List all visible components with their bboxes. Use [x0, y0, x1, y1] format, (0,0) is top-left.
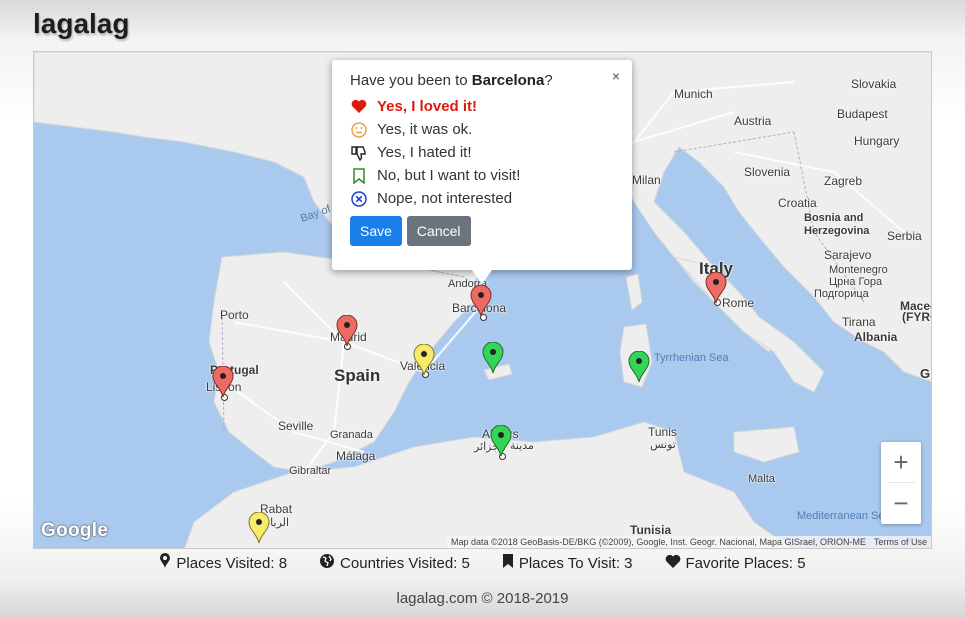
bookmark-solid-icon: [502, 553, 514, 573]
stat-favorite-places-label: Favorite Places: 5: [685, 554, 806, 572]
map-label-sarajevo: Sarajevo: [824, 248, 872, 262]
stat-places-to-visit: Places To Visit: 3: [502, 553, 633, 573]
option-label: No, but I want to visit!: [377, 167, 521, 184]
map-label-bosnia: Bosnia and Herzegovina: [804, 212, 870, 237]
stat-places-to-visit-label: Places To Visit: 3: [518, 554, 633, 572]
map-label-austria: Austria: [734, 114, 772, 128]
map-label-algiers-ar2: مدينة: [510, 440, 534, 452]
globe-icon: [319, 553, 335, 573]
bookmark-icon: [350, 167, 368, 185]
option-label: Yes, it was ok.: [377, 121, 473, 138]
popup-question: Have you been to Barcelona?: [350, 72, 614, 89]
stat-countries-visited-label: Countries Visited: 5: [340, 554, 470, 572]
map-label-porto: Porto: [220, 308, 249, 322]
option-want-to-visit[interactable]: No, but I want to visit!: [350, 164, 614, 187]
neutral-face-icon: [350, 121, 368, 139]
thumbs-down-icon: [350, 144, 368, 162]
map-label-gibraltar: Gibraltar: [289, 465, 332, 477]
map-pin-rabat[interactable]: [248, 512, 270, 544]
map-pin-mallorca[interactable]: [482, 342, 504, 374]
popup-place-name: Barcelona: [471, 72, 545, 89]
stat-places-visited-label: Places Visited: 8: [176, 554, 288, 572]
map-attribution: Map data ©2018 GeoBasis-DE/BKG (©2009), …: [447, 536, 931, 548]
terms-link[interactable]: Terms of Use: [874, 537, 927, 547]
map-pin-algiers[interactable]: [490, 425, 512, 457]
map-pin-madrid[interactable]: [336, 315, 358, 347]
option-not-interested[interactable]: Nope, not interested: [350, 187, 614, 210]
popup-question-prefix: Have you been to: [350, 72, 468, 89]
map-label-munich: Munich: [674, 87, 713, 101]
x-circle-icon: [350, 190, 368, 208]
option-hated-it[interactable]: Yes, I hated it!: [350, 141, 614, 164]
map-label-croatia: Croatia: [778, 196, 817, 210]
map-label-montenegro-cyr: Црна Гора: [829, 276, 883, 288]
option-label: Nope, not interested: [377, 190, 513, 207]
google-logo[interactable]: Google: [41, 520, 108, 542]
map-label-tyrrhenian-sea: Tyrrhenian Sea: [654, 352, 729, 364]
map-label-slovenia: Slovenia: [744, 165, 791, 179]
map-label-hungary: Hungary: [854, 134, 900, 148]
option-it-was-ok[interactable]: Yes, it was ok.: [350, 118, 614, 141]
map-label-tunis: Tunis: [648, 425, 677, 439]
map-label-milan: Milan: [632, 173, 661, 187]
map-label-serbia: Serbia: [887, 229, 922, 243]
map-pin-barcelona[interactable]: [470, 285, 492, 317]
map-pin-lisbon[interactable]: [212, 366, 234, 398]
zoom-in-button[interactable]: +: [881, 442, 921, 482]
heart-solid-icon: [665, 554, 681, 573]
map-pin-rome[interactable]: [705, 272, 727, 304]
map-label-malaga: Málaga: [336, 449, 376, 463]
app-title: lagalag: [33, 8, 130, 39]
map-marker-icon: [159, 553, 171, 573]
stats-bar: Places Visited: 8 Countries Visited: 5 P…: [0, 553, 965, 573]
map-pin-sardinia[interactable]: [628, 351, 650, 383]
map-pin-valencia[interactable]: [413, 344, 435, 376]
popup-close-button[interactable]: ×: [612, 68, 620, 84]
option-label: Yes, I hated it!: [377, 144, 472, 161]
map[interactable]: Munich Slovakia Austria Budapest Hungary…: [33, 51, 932, 549]
map-label-montenegro: Montenegro: [829, 264, 888, 276]
map-label-mediterranean-sea: Mediterranean Se: [797, 510, 885, 522]
map-label-tunisia: Tunisia: [630, 523, 672, 537]
cancel-button[interactable]: Cancel: [406, 216, 471, 246]
zoom-control: + −: [881, 442, 921, 524]
map-label-albania: Albania: [854, 330, 898, 344]
map-label-zagreb: Zagreb: [824, 174, 863, 188]
footer: lagalag.com © 2018-2019: [396, 590, 569, 607]
map-label-slovakia: Slovakia: [851, 77, 897, 91]
zoom-out-button[interactable]: −: [881, 483, 921, 523]
map-label-spain: Spain: [334, 366, 381, 385]
map-label-podgorica-cyr: Подгорица: [814, 288, 869, 300]
map-label-budapest: Budapest: [837, 107, 888, 121]
attribution-text: Map data ©2018 GeoBasis-DE/BKG (©2009), …: [451, 537, 866, 547]
stat-favorite-places: Favorite Places: 5: [665, 553, 806, 573]
map-label-seville: Seville: [278, 419, 314, 433]
map-label-tunis-ar: تونس: [650, 439, 676, 451]
stat-countries-visited: Countries Visited: 5: [319, 553, 470, 573]
option-loved-it[interactable]: Yes, I loved it!: [350, 95, 614, 118]
stat-places-visited: Places Visited: 8: [159, 553, 287, 573]
map-label-fyrc: (FYRC: [902, 310, 931, 324]
option-label: Yes, I loved it!: [377, 98, 478, 115]
popup-question-suffix: ?: [544, 72, 553, 89]
map-label-malta: Malta: [748, 473, 775, 485]
heart-icon: [350, 98, 368, 116]
map-label-granada: Granada: [330, 429, 373, 441]
map-label-g: G: [920, 366, 931, 381]
place-popup: × Have you been to Barcelona? Yes, I lov…: [332, 60, 632, 284]
map-label-tirana: Tirana: [842, 315, 876, 329]
save-button[interactable]: Save: [350, 216, 402, 246]
